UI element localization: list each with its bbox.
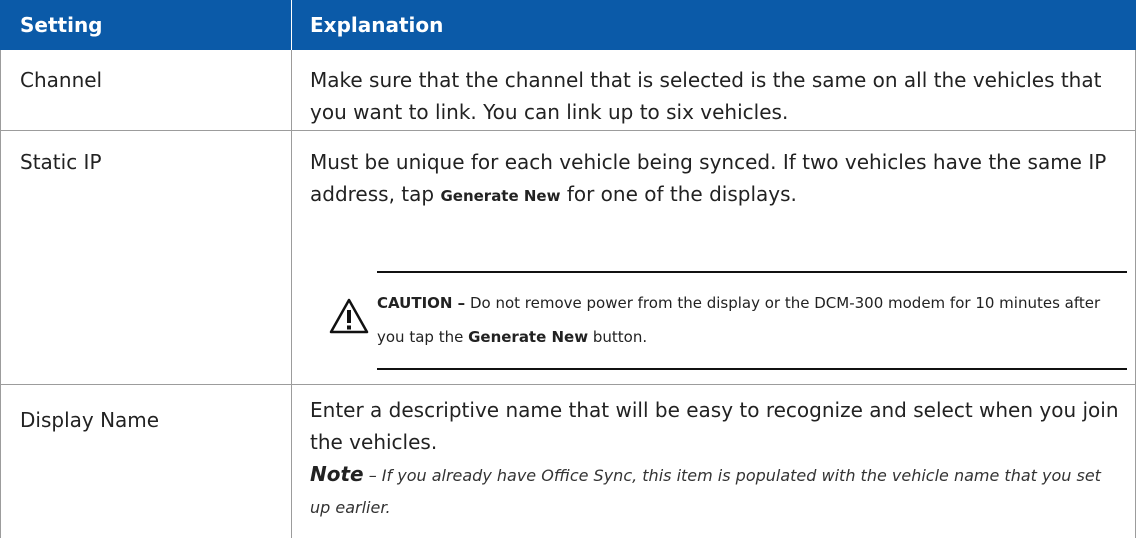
row-display-name-setting: Display Name [20, 408, 160, 432]
caution-top-rule [377, 271, 1127, 273]
row-display-name-explanation: Enter a descriptive name that will be ea… [310, 398, 1119, 454]
row-divider-1 [0, 130, 1136, 131]
settings-table: Setting Explanation Channel Make sure th… [0, 0, 1136, 538]
note-label: Note [310, 462, 364, 486]
caution-button-reference: Generate New [468, 328, 589, 346]
note-text: – If you already have Office Sync, this … [310, 466, 1101, 517]
row-channel-explanation: Make sure that the channel that is selec… [310, 68, 1102, 124]
display-name-note: Note – If you already have Office Sync, … [310, 458, 1120, 524]
caution-note: CAUTION – Do not remove power from the d… [377, 286, 1117, 354]
header-explanation: Explanation [310, 13, 444, 37]
static-ip-text-after: for one of the displays. [560, 182, 797, 206]
header-divider [291, 0, 292, 50]
generate-new-reference: Generate New [440, 187, 561, 205]
row-static-ip-explanation: Must be unique for each vehicle being sy… [310, 146, 1120, 212]
caution-text-after: button. [588, 328, 648, 346]
header-setting: Setting [20, 13, 103, 37]
table-header: Setting Explanation [0, 0, 1136, 50]
warning-triangle-icon [329, 298, 369, 334]
caution-label: CAUTION – [377, 294, 466, 312]
row-channel-setting: Channel [20, 68, 103, 92]
column-divider [291, 50, 292, 538]
caution-bottom-rule [377, 368, 1127, 370]
table-left-border [0, 50, 1, 538]
row-divider-2 [0, 384, 1136, 385]
row-static-ip-setting: Static IP [20, 150, 102, 174]
